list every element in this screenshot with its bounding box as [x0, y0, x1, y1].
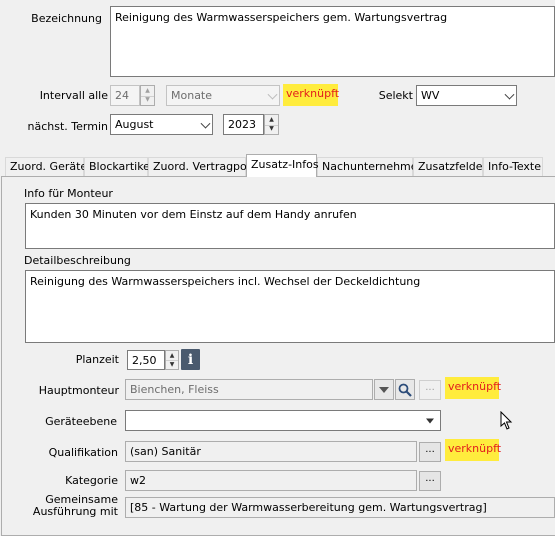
mouse-cursor-icon	[500, 411, 513, 430]
intervall-unit-select[interactable]: Monate	[166, 85, 280, 106]
selekt-label: Selekt	[378, 89, 413, 102]
termin-year-input[interactable]: 2023	[223, 114, 264, 135]
hauptmonteur-search-button[interactable]	[395, 379, 415, 400]
info-icon[interactable]: i	[181, 349, 200, 370]
chevron-down-icon	[200, 118, 211, 129]
kategorie-label: Kategorie	[65, 474, 118, 487]
intervall-label: Intervall alle	[39, 89, 108, 102]
chevron-down-icon	[267, 89, 278, 100]
dropdown-triangle-icon	[426, 418, 434, 423]
spin-down-icon[interactable]: ▼	[141, 96, 154, 106]
intervall-unit-value: Monate	[171, 89, 213, 102]
spin-down-icon[interactable]: ▼	[265, 125, 278, 135]
planzeit-label: Planzeit	[75, 353, 119, 366]
spin-down-icon[interactable]: ▼	[166, 360, 178, 369]
gemeinsame-input[interactable]: [85 - Wartung der Warmwasserbereitung ge…	[125, 497, 555, 518]
termin-month-value: August	[115, 118, 154, 131]
tab-zusatzfelder[interactable]: Zusatzfelder	[413, 157, 487, 176]
dropdown-triangle-icon	[379, 386, 389, 393]
planzeit-input[interactable]: 2,50	[127, 350, 165, 370]
selekt-value: WV	[421, 89, 440, 102]
hauptmonteur-label: Hauptmonteur	[38, 384, 119, 397]
intervall-spinner[interactable]: ▲ ▼	[140, 85, 155, 106]
qualifikation-ellipsis-button[interactable]: ...	[419, 442, 441, 462]
search-icon	[398, 383, 412, 397]
hauptmonteur-verknuepft-badge: verknüpft	[445, 377, 501, 399]
detailbeschreibung-label: Detailbeschreibung	[24, 254, 131, 267]
geraeteebene-select[interactable]	[125, 410, 441, 431]
intervall-value-input[interactable]: 24	[110, 85, 140, 106]
planzeit-spinner[interactable]: ▲ ▼	[165, 350, 179, 370]
hauptmonteur-input[interactable]: Bienchen, Fleiss	[125, 379, 373, 400]
qualifikation-input[interactable]: (san) Sanitär	[125, 441, 417, 462]
gemeinsame-label: Gemeinsame Ausführung mit	[10, 494, 118, 518]
info-monteur-label: Info für Monteur	[24, 187, 113, 200]
tab-zuord-geraete[interactable]: Zuord. Geräte	[5, 157, 87, 176]
chevron-down-icon	[504, 89, 515, 100]
detailbeschreibung-textarea[interactable]: Reinigung des Warmwasserspeichers incl. …	[25, 270, 555, 343]
gemeinsame-label-line2: Ausführung mit	[32, 505, 118, 518]
bezeichnung-label: Bezeichnung	[31, 12, 102, 25]
tab-blockartikel[interactable]: Blockartikel	[84, 157, 153, 176]
qualifikation-verknuepft-badge: verknüpft	[445, 439, 501, 461]
kategorie-input[interactable]: w2	[125, 470, 417, 491]
hauptmonteur-ellipsis-button[interactable]: ...	[419, 380, 441, 400]
tab-zuord-vertragpos[interactable]: Zuord. Vertragpos	[148, 157, 253, 176]
info-monteur-textarea[interactable]: Kunden 30 Minuten vor dem Einstz auf dem…	[25, 203, 555, 249]
qualifikation-label: Qualifikation	[48, 446, 118, 459]
termin-month-select[interactable]: August	[110, 114, 213, 135]
kategorie-ellipsis-button[interactable]: ...	[419, 471, 441, 491]
geraeteebene-label: Geräteebene	[45, 415, 117, 428]
tab-zusatz-infos[interactable]: Zusatz-Infos	[246, 154, 319, 177]
tab-nachunternehmer[interactable]: Nachunternehmer	[317, 157, 422, 176]
selekt-select[interactable]: WV	[416, 85, 517, 106]
intervall-verknuepft-badge: verknüpft	[283, 84, 339, 106]
bezeichnung-textarea[interactable]: Reinigung des Warmwasserspeichers gem. W…	[110, 6, 555, 77]
termin-label: nächst. Termin	[27, 120, 108, 133]
hauptmonteur-dropdown-button[interactable]	[374, 379, 394, 400]
tab-info-texte[interactable]: Info-Texte	[483, 157, 543, 176]
termin-year-spinner[interactable]: ▲ ▼	[264, 114, 279, 135]
